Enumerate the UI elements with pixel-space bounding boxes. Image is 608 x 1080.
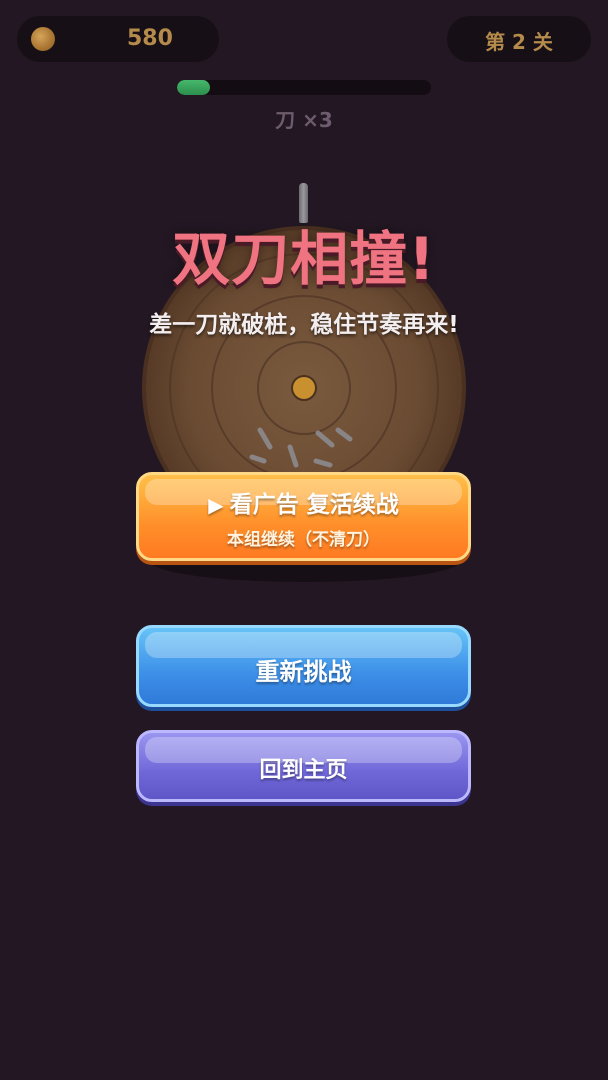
- home-label: 回到主页: [259, 758, 348, 783]
- watch-ad-revive-button[interactable]: ▶ 看广告 复活续战 本组继续（不清刀）: [136, 472, 471, 561]
- revive-label: 看广告 复活续战: [229, 492, 399, 518]
- play-icon: ▶: [208, 493, 224, 517]
- log-center: [291, 375, 317, 401]
- retry-label: 重新挑战: [255, 658, 352, 686]
- progress-bar: [177, 80, 431, 95]
- level-label: 第 2 关: [485, 30, 553, 54]
- progress-fill: [177, 80, 211, 95]
- revive-sublabel: 本组继续（不清刀）: [227, 530, 380, 550]
- result-title: 双刀相撞!: [172, 225, 436, 293]
- revive-label-row: ▶ 看广告 复活续战: [139, 485, 468, 519]
- level-indicator: 第 2 关: [447, 16, 591, 62]
- retry-button[interactable]: 重新挑战: [136, 625, 471, 707]
- result-subtitle: 差一刀就破桩，稳住节奏再来!: [149, 312, 459, 338]
- home-button[interactable]: 回到主页: [136, 730, 471, 802]
- knife-count-label: 刀 ×3: [275, 108, 333, 132]
- coin-counter: 580: [17, 16, 219, 62]
- coin-count: 580: [127, 26, 173, 51]
- coin-icon: [31, 27, 55, 51]
